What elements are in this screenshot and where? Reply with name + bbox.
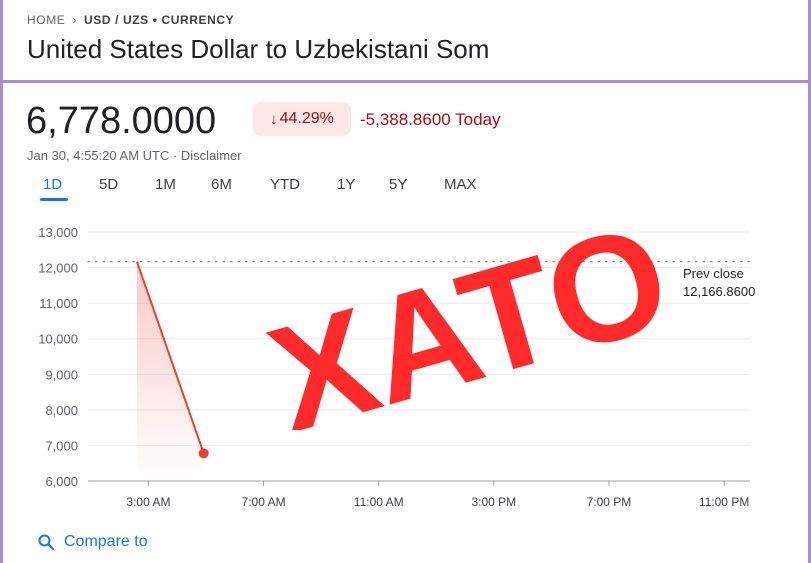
price-area xyxy=(136,261,204,481)
tab-1m[interactable]: 1M xyxy=(155,176,176,193)
active-tab-indicator xyxy=(40,198,68,201)
y-tick-label: 11,000 xyxy=(39,296,78,311)
y-tick-label: 9,000 xyxy=(45,367,78,382)
y-tick-label: 13,000 xyxy=(38,225,78,240)
change-percent: 44.29% xyxy=(279,110,334,127)
tab-ytd[interactable]: YTD xyxy=(270,176,300,193)
header-divider xyxy=(0,80,811,83)
current-price-point xyxy=(198,448,209,459)
breadcrumb-current: USD / UZS • CURRENCY xyxy=(84,13,235,27)
breadcrumb-home[interactable]: HOME xyxy=(27,13,65,27)
tab-1y[interactable]: 1Y xyxy=(337,176,355,193)
chevron-right-icon: › xyxy=(72,13,78,27)
breadcrumb: HOME › USD / UZS • CURRENCY xyxy=(27,13,234,27)
current-price: 6,778.0000 xyxy=(26,100,217,142)
y-tick-label: 10,000 xyxy=(38,332,78,347)
range-tabs: 1D 5D 1M 6M YTD 1Y 5Y MAX xyxy=(27,176,507,202)
compare-to-button[interactable]: Compare to xyxy=(38,533,148,551)
y-tick-label: 8,000 xyxy=(45,403,78,418)
y-tick-label: 12,000 xyxy=(38,261,78,276)
timestamp-disclaimer: Jan 30, 4:55:20 AM UTC · Disclaimer xyxy=(27,148,242,163)
y-tick-label: 6,000 xyxy=(45,474,78,489)
tab-6m[interactable]: 6M xyxy=(211,176,232,193)
prev-close-value: 12,166.8600 xyxy=(683,284,755,299)
x-tick-label: 3:00 AM xyxy=(126,495,170,509)
tab-max[interactable]: MAX xyxy=(444,176,477,193)
x-axis-labels: 3:00 AM 7:00 AM 11:00 AM 3:00 PM 7:00 PM 11:0… xyxy=(126,481,749,509)
y-tick-label: 7,000 xyxy=(45,438,78,453)
x-tick-label: 11:00 PM xyxy=(699,495,749,509)
price-chart[interactable]: 13,000 12,000 11,000 10,000 9,000 8,000 7,000 6… xyxy=(0,220,811,520)
x-tick-label: 3:00 PM xyxy=(471,495,516,509)
x-tick-label: 11:00 AM xyxy=(354,495,404,509)
compare-to-label: Compare to xyxy=(64,533,148,550)
search-icon xyxy=(38,534,54,550)
arrow-down-icon: ↓ xyxy=(270,110,278,128)
tab-1d[interactable]: 1D xyxy=(43,176,62,193)
change-percent-badge: ↓ 44.29% xyxy=(253,102,351,136)
prev-close-label: Prev close xyxy=(683,266,744,281)
tab-5y[interactable]: 5Y xyxy=(389,176,407,193)
price-series xyxy=(135,261,209,481)
change-value: -5,388.8600 Today xyxy=(360,110,501,129)
tab-5d[interactable]: 5D xyxy=(99,176,118,193)
page-title: United States Dollar to Uzbekistani Som xyxy=(27,34,490,64)
y-axis-labels: 13,000 12,000 11,000 10,000 9,000 8,000 7,000 6… xyxy=(38,225,78,489)
x-tick-label: 7:00 PM xyxy=(587,495,632,509)
x-tick-label: 7:00 AM xyxy=(242,495,286,509)
